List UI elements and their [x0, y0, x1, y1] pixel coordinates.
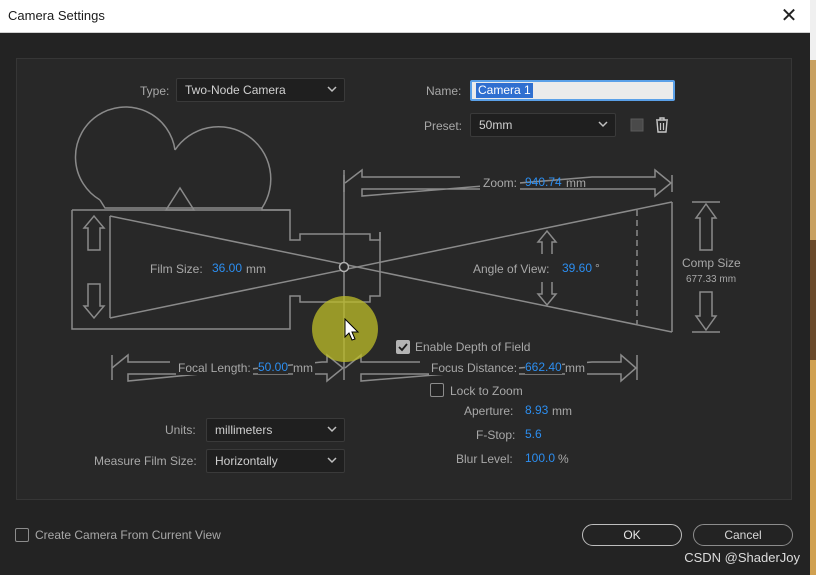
- blur-level-unit: %: [558, 452, 569, 466]
- preset-value: 50mm: [479, 118, 513, 132]
- angle-of-view-unit: °: [595, 261, 600, 275]
- units-dropdown[interactable]: millimeters: [206, 418, 345, 442]
- focus-distance-label: Focus Distance:: [429, 361, 520, 375]
- focal-length-unit: mm: [293, 361, 315, 375]
- angle-arrow-up: [536, 229, 558, 254]
- background-window-strip: [810, 0, 816, 575]
- type-value: Two-Node Camera: [185, 83, 286, 97]
- focus-distance-unit: mm: [565, 361, 587, 375]
- angle-of-view-label: Angle of View:: [473, 262, 550, 276]
- aperture-value[interactable]: 8.93: [525, 403, 548, 417]
- focal-length-value[interactable]: 50.00: [258, 360, 289, 374]
- zoom-label: Zoom:: [480, 176, 521, 190]
- chevron-down-icon: [327, 457, 337, 464]
- blur-level-value[interactable]: 100.0: [525, 451, 555, 465]
- ok-button[interactable]: OK: [582, 524, 682, 546]
- fstop-label: F-Stop:: [476, 428, 516, 442]
- aperture-label: Aperture:: [464, 404, 514, 418]
- mouse-cursor-icon: [344, 318, 360, 341]
- angle-of-view-value[interactable]: 39.60: [562, 261, 592, 275]
- measure-film-size-label: Measure Film Size:: [94, 454, 197, 468]
- camera-node: [338, 261, 350, 273]
- delete-preset-button[interactable]: [652, 115, 672, 135]
- fstop-value[interactable]: 5.6: [525, 427, 542, 441]
- camera-body-top: [99, 199, 381, 241]
- lock-to-zoom-checkbox[interactable]: [430, 383, 444, 397]
- lock-to-zoom-label[interactable]: Lock to Zoom: [450, 384, 523, 398]
- zoom-unit: mm: [566, 176, 586, 190]
- depth-of-field-checkbox[interactable]: [396, 340, 410, 354]
- create-from-view-label[interactable]: Create Camera From Current View: [35, 528, 221, 542]
- units-value: millimeters: [215, 423, 273, 437]
- measure-film-size-value: Horizontally: [215, 454, 278, 468]
- film-arrow-down: [82, 283, 106, 320]
- comp-arrow-down: [694, 291, 718, 332]
- preset-dropdown[interactable]: 50mm: [470, 113, 616, 137]
- film-size-label: Film Size:: [150, 262, 203, 276]
- measure-film-size-dropdown[interactable]: Horizontally: [206, 449, 345, 473]
- watermark: CSDN @ShaderJoy: [684, 550, 800, 565]
- film-size-value[interactable]: 36.00: [212, 261, 242, 275]
- preset-label: Preset:: [424, 119, 463, 133]
- aperture-unit: mm: [552, 404, 572, 418]
- focus-distance-value[interactable]: 662.40: [525, 360, 562, 374]
- chevron-down-icon: [327, 426, 337, 433]
- blur-level-label: Blur Level:: [456, 452, 513, 466]
- type-dropdown[interactable]: Two-Node Camera: [176, 78, 345, 102]
- film-arrow-up: [82, 214, 106, 251]
- zoom-value[interactable]: 940.74: [525, 175, 562, 189]
- focal-length-label: Focal Length:: [176, 361, 253, 375]
- chevron-down-icon: [598, 121, 608, 128]
- create-from-view-checkbox[interactable]: [15, 528, 29, 542]
- film-size-unit: mm: [246, 262, 266, 276]
- camera-reel-right: [174, 125, 272, 209]
- camera-reel-left: [74, 106, 176, 201]
- comp-size-value: 677.33 mm: [686, 274, 737, 285]
- angle-arrow-down: [536, 282, 558, 307]
- name-input[interactable]: Camera 1: [470, 80, 675, 101]
- save-preset-button[interactable]: [628, 115, 648, 135]
- units-label: Units:: [165, 423, 196, 437]
- name-label: Name:: [426, 84, 462, 98]
- cancel-button[interactable]: Cancel: [693, 524, 793, 546]
- camera-diagram: [71, 106, 720, 383]
- comp-size-label: Comp Size: [682, 256, 741, 270]
- name-value: Camera 1: [476, 83, 533, 98]
- depth-of-field-label[interactable]: Enable Depth of Field: [415, 340, 530, 354]
- checkmark-icon: [398, 343, 408, 352]
- type-label: Type:: [140, 84, 170, 98]
- comp-arrow-up: [694, 202, 718, 251]
- save-preset-icon: [630, 118, 644, 132]
- camera-triangle: [164, 186, 196, 211]
- chevron-down-icon: [327, 86, 337, 93]
- trash-icon: [656, 117, 668, 133]
